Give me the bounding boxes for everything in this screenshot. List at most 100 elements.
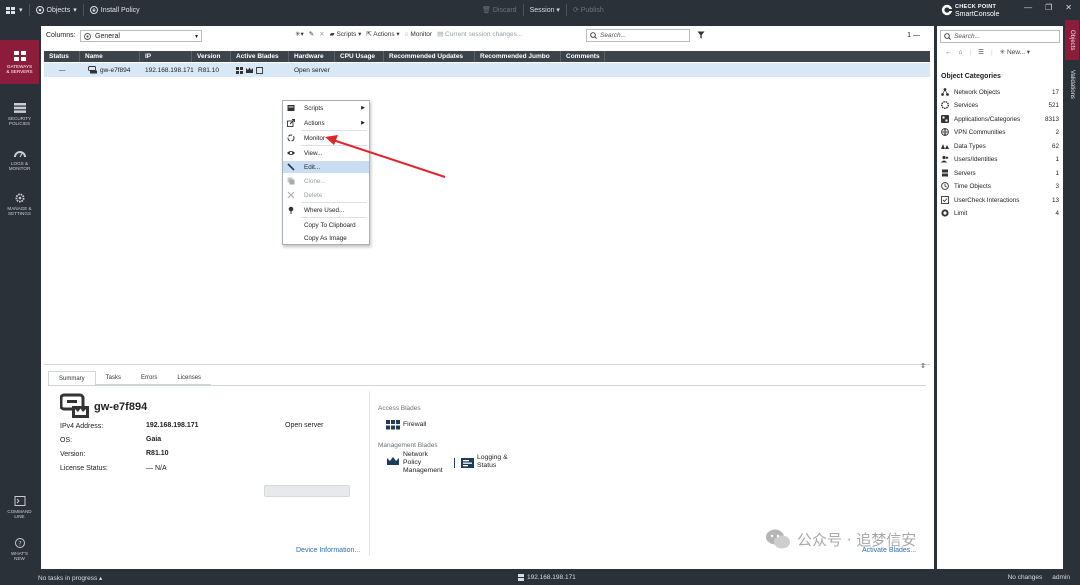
tasks-status[interactable]: No tasks in progress ▴ [38,574,102,582]
category-usercheck[interactable]: UserCheck Interactions 13 [941,194,1059,206]
menu-item-label: Actions [304,119,325,127]
category-network-objects[interactable]: Network Objects 17 [941,86,1059,98]
discard-button[interactable]: 🗑 Discard [482,6,517,14]
menu-item-delete[interactable]: Delete [283,189,369,201]
objects-search-input[interactable]: Search... [940,30,1060,43]
column-header[interactable]: Status [44,51,80,62]
minimize-icon[interactable]: — [1024,3,1032,12]
brand-company: CHECK POINT [955,4,997,10]
column-header[interactable]: Recommended Updates [384,51,475,62]
tab-tasks[interactable]: Tasks [95,371,132,385]
discard-label: Discard [492,7,517,14]
menu-item-actions[interactable]: Actions ▶ [283,117,369,129]
column-header[interactable]: Active Blades [231,51,289,62]
gateway-title: gw-e7f894 [94,401,148,413]
label-line: Network [403,451,428,458]
delete-icon[interactable]: ✕ [319,30,324,38]
device-info-link[interactable]: Device Information... [296,547,360,554]
columns-dropdown[interactable]: General ▾ [80,30,202,42]
current-user[interactable]: admin [1052,574,1070,581]
objects-menu-button[interactable]: Objects ▾ [30,0,83,20]
nav-gateways-servers[interactable]: GATEWAYS & SERVERS [0,40,39,84]
delete-icon [287,191,295,199]
tab-summary[interactable]: Summary [48,371,96,385]
field-value: Gaia [146,436,162,443]
restore-icon[interactable]: ❐ [1045,3,1052,12]
gauge-icon [13,150,26,157]
menu-item-where-used[interactable]: Where Used... [283,204,369,216]
side-tab-validations[interactable]: Validations [1065,62,1079,106]
nav-label: MONITOR [8,165,31,171]
tasks-status-label: No tasks in progress [38,575,98,582]
tab-errors[interactable]: Errors [131,371,168,385]
category-label: Limit [954,209,968,217]
column-header[interactable]: Comments [561,51,605,62]
column-header[interactable]: CPU Usage [335,51,384,62]
publish-button[interactable]: ⟳ Publish [573,6,604,14]
category-limit[interactable]: Limit 4 [941,207,1059,219]
scripts-button[interactable]: ▰ Scripts ▾ [330,30,362,38]
side-tab-objects[interactable]: Objects [1065,20,1079,60]
tab-licenses[interactable]: Licenses [167,371,212,385]
logging-icon [461,458,474,468]
column-header[interactable]: IP [140,51,192,62]
nav-security-policies[interactable]: SECURITY POLICIES [0,92,39,136]
actions-button[interactable]: ⇱ Actions ▾ [366,30,399,38]
brand: CHECK POINT SmartConsole [955,3,999,19]
nav-whats-new[interactable]: ? WHAT'S NEW [0,527,39,571]
grid-header: Status Name IP Version Active Blades Har… [44,51,930,62]
server-icon [518,574,524,581]
users-icon [941,155,949,163]
home-icon[interactable]: ⌂ [959,49,963,56]
menu-item-label: View... [304,149,323,157]
chevron-down-icon: ▾ [19,7,23,14]
category-applications[interactable]: Applications/Categories 8313 [941,113,1059,125]
nav-manage-settings[interactable]: MANAGE & SETTINGS [0,182,39,226]
menu-item-copy-image[interactable]: Copy As Image [283,232,369,244]
column-header[interactable]: Name [80,51,140,62]
nav-logs-monitor[interactable]: LOGS & MONITOR [0,137,39,181]
session-menu-button[interactable]: Session ▾ [530,6,560,14]
new-object-button[interactable]: ✳▾ [295,30,304,38]
collapse-icon[interactable]: ⇕ [920,362,926,370]
menu-item-label: Copy As Image [304,234,347,242]
columns-value: General [95,32,120,40]
nav-command-line[interactable]: COMMAND LINE [0,485,39,529]
column-header[interactable]: Hardware [289,51,335,62]
session-changes-button[interactable]: ▤ Current session changes... [437,30,522,38]
category-users-identities[interactable]: Users/Identities 1 [941,153,1059,165]
category-services[interactable]: Services 521 [941,99,1059,111]
limit-icon [941,209,949,217]
category-vpn-communities[interactable]: VPN Communities 2 [941,126,1059,138]
list-view-icon[interactable]: ☰ [978,48,984,56]
category-label: Services [954,101,979,109]
app-menu-button[interactable]: ▾ [0,0,29,20]
category-servers[interactable]: Servers 1 [941,167,1059,179]
left-navigation: GATEWAYS & SERVERS SECURITY POLICIES LOG… [0,20,39,572]
divider: | [969,48,972,56]
close-icon[interactable]: ✕ [1065,3,1072,12]
menu-item-copy-clipboard[interactable]: Copy To Clipboard [283,219,369,231]
new-label: New... [1006,49,1025,56]
search-input[interactable]: Search... [586,29,690,42]
category-time-objects[interactable]: Time Objects 3 [941,180,1059,192]
label-line: Management [403,467,443,474]
category-data-types[interactable]: Data Types 62 [941,140,1059,152]
table-row[interactable]: — gw-e7f894 192.168.198.171 R81.10 Open … [44,63,930,77]
column-header[interactable]: Recommended Jumbo [475,51,561,62]
menu-item-scripts[interactable]: Scripts ▶ [283,102,369,114]
actions-icon [287,119,295,127]
eye-icon [287,151,295,155]
window-controls: — ❐ ✕ [1024,3,1072,12]
back-icon[interactable]: ← [945,49,952,56]
column-header[interactable]: Version [192,51,231,62]
columns-label: Columns: [46,32,76,39]
new-object-button[interactable]: ✳ New... ▾ [1000,48,1030,56]
main-area: Columns: General ▾ ✳▾ ✎ ✕ ▰ Scripts ▾ ⇱ … [41,26,934,569]
edit-pencil-icon[interactable]: ✎ [309,30,314,38]
category-label: Servers [954,169,976,177]
install-policy-button[interactable]: Install Policy [84,0,146,20]
pencil-icon [287,163,295,171]
filter-icon[interactable] [697,31,705,39]
monitor-button[interactable]: ◌ Monitor [405,31,432,38]
